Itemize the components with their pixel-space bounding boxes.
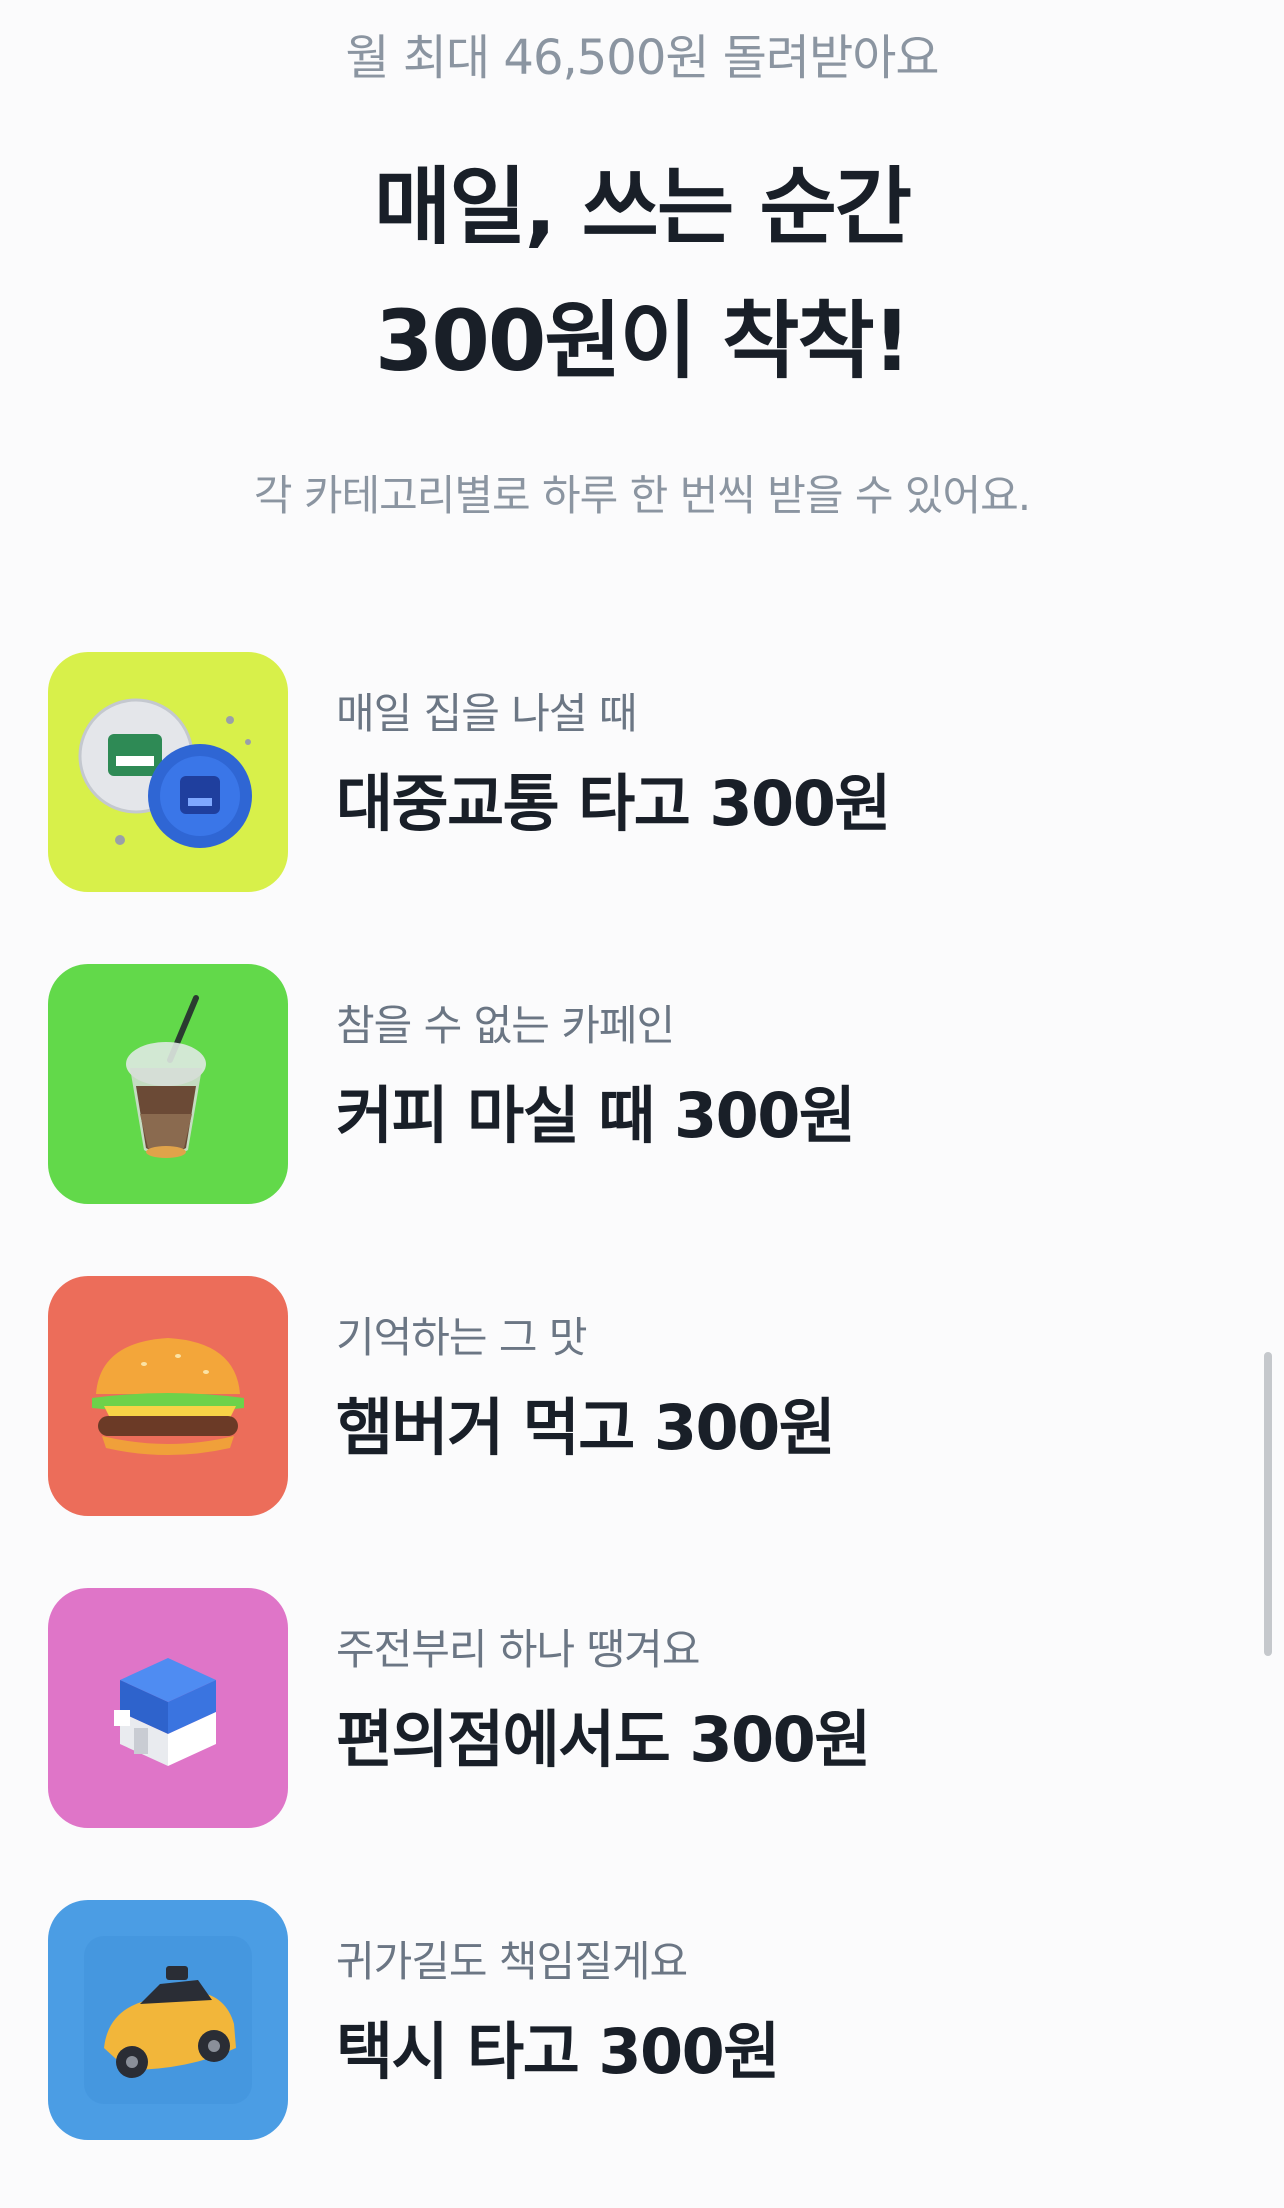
transit-subtitle: 매일 집을 나설 때 [336,689,638,738]
convenience-store-title: 편의점에서도 300원 [336,1703,871,1776]
headline-line-2: 300원이 착착! [374,292,911,390]
hamburger-icon [48,1276,288,1516]
taxi-title: 택시 타고 300원 [336,2015,780,2088]
coffee-thumbnail [48,964,288,1204]
benefit-item-transit[interactable]: 매일 집을 나설 때 대중교통 타고 300원 [0,652,1284,892]
hamburger-thumbnail [48,1276,288,1516]
benefit-item-coffee[interactable]: 참을 수 없는 카페인 커피 마실 때 300원 [0,964,1284,1204]
scrollbar[interactable] [1264,1352,1272,1656]
headline-line-1: 매일, 쓰는 순간 [373,158,912,256]
benefit-item-taxi[interactable]: 귀가길도 책임질게요 택시 타고 300원 [0,1900,1284,2140]
coffee-subtitle: 참을 수 없는 카페인 [336,1001,675,1050]
page-headline: 매일, 쓰는 순간 300원이 착착! [0,140,1284,408]
headline-description: 각 카테고리별로 하루 한 번씩 받을 수 있어요. [253,471,1031,520]
transit-card-icon [48,652,288,892]
hamburger-subtitle: 기억하는 그 맛 [336,1313,588,1362]
hamburger-title: 햄버거 먹고 300원 [336,1391,836,1464]
taxi-icon [48,1900,288,2140]
taxi-thumbnail [48,1900,288,2140]
taxi-subtitle: 귀가길도 책임질게요 [336,1937,688,1986]
convenience-store-subtitle: 주전부리 하나 땡겨요 [336,1625,700,1674]
coffee-title: 커피 마실 때 300원 [336,1079,856,1152]
transit-title: 대중교통 타고 300원 [336,767,891,840]
monthly-max-label: 월 최대 46,500원 돌려받아요 [345,30,939,86]
benefit-item-convenience-store[interactable]: 주전부리 하나 땡겨요 편의점에서도 300원 [0,1588,1284,1828]
benefit-item-hamburger[interactable]: 기억하는 그 맛 햄버거 먹고 300원 [0,1276,1284,1516]
convenience-store-thumbnail [48,1588,288,1828]
transit-thumbnail [48,652,288,892]
iced-coffee-icon [48,964,288,1204]
convenience-store-icon [48,1588,288,1828]
